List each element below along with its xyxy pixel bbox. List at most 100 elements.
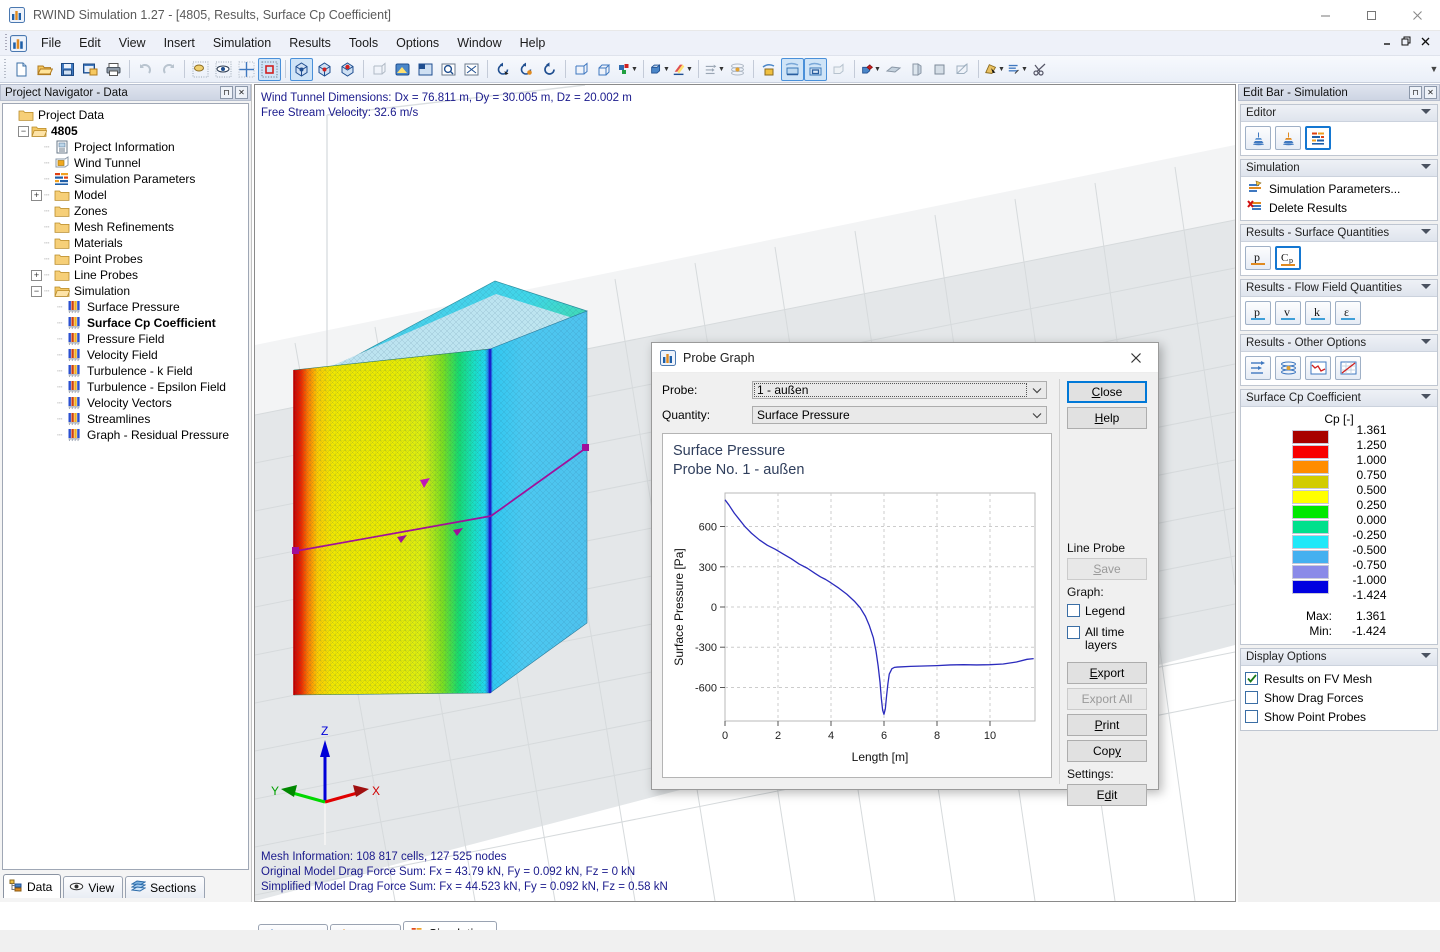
tree-expander-minus[interactable]: − — [18, 126, 29, 137]
all-time-layers-checkbox[interactable] — [1067, 626, 1080, 639]
menu-grip-icon[interactable] — [3, 34, 9, 52]
link-delete-results[interactable]: Delete Results — [1245, 198, 1433, 217]
viewpoint-dropdown-icon[interactable]: ▼ — [616, 58, 639, 81]
tree-node[interactable]: +┄Line Probes — [5, 267, 248, 283]
project-tree[interactable]: Project Data−4805┄Project Information┄Wi… — [2, 103, 249, 870]
menu-tools[interactable]: Tools — [340, 33, 387, 53]
minimize-icon[interactable] — [1302, 0, 1348, 31]
surface-cp-icon[interactable]: Cp — [1275, 246, 1301, 270]
select-dotted-sphere-icon[interactable] — [189, 58, 212, 81]
tree-node[interactable]: ┄Zones — [5, 203, 248, 219]
group-surface-quantities-header[interactable]: Results - Surface Quantities — [1241, 225, 1437, 242]
tree-node[interactable]: ┄Velocity Vectors — [5, 395, 248, 411]
surface-pressure-p-icon[interactable]: p — [1245, 246, 1271, 270]
tree-node[interactable]: −4805 — [5, 123, 248, 139]
group-simulation-header[interactable]: Simulation — [1241, 160, 1437, 177]
group-legend-header[interactable]: Surface Cp Coefficient — [1241, 390, 1437, 407]
tree-node[interactable]: ┄Graph - Residual Pressure — [5, 427, 248, 443]
render-shaded-icon[interactable] — [391, 58, 414, 81]
solid-plane-icon[interactable] — [928, 58, 951, 81]
display-option-checkbox[interactable] — [1245, 691, 1258, 704]
tree-node[interactable]: ┄Surface Pressure — [5, 299, 248, 315]
copy-button[interactable]: Copy — [1067, 740, 1147, 762]
rotate-view-front-icon[interactable] — [313, 58, 336, 81]
pin-icon[interactable]: ⊓ — [1409, 86, 1422, 99]
toolbar-overflow-icon[interactable]: ▼ — [1428, 64, 1440, 74]
pin-icon[interactable]: ⊓ — [220, 86, 233, 99]
print-button[interactable]: Print — [1067, 714, 1147, 736]
edit-button[interactable]: Edit — [1067, 784, 1147, 806]
probe-select[interactable]: 1 - außen — [752, 381, 1047, 399]
print-icon[interactable] — [102, 58, 125, 81]
tree-node[interactable]: ┄Velocity Field — [5, 347, 248, 363]
rotate-left-arrow-icon[interactable] — [492, 58, 515, 81]
probe-graph-dialog[interactable]: Probe Graph Probe: 1 - außen Quantity: — [651, 342, 1159, 790]
rotate-view-left-icon[interactable] — [290, 58, 313, 81]
rotate-view-right-icon[interactable] — [336, 58, 359, 81]
nav-tab-sections[interactable]: Sections — [125, 876, 205, 898]
menu-results[interactable]: Results — [280, 33, 340, 53]
redo-arrow-icon[interactable] — [157, 58, 180, 81]
snap-crosshair-icon[interactable] — [235, 58, 258, 81]
flow-velocity-v-icon[interactable]: v — [1275, 301, 1301, 325]
select-rectangle-icon[interactable] — [258, 58, 281, 81]
velocity-vectors-icon[interactable] — [1245, 356, 1271, 380]
select-dotted-eye-icon[interactable] — [212, 58, 235, 81]
wireframe-box-icon[interactable] — [368, 58, 391, 81]
zoom-window-icon[interactable] — [414, 58, 437, 81]
chevron-down-icon[interactable] — [1421, 394, 1431, 399]
export-button[interactable]: Export — [1067, 662, 1147, 684]
streamline-layers-icon[interactable] — [726, 58, 749, 81]
tree-node[interactable]: Project Data — [5, 107, 248, 123]
chevron-down-icon[interactable] — [1421, 229, 1431, 234]
menu-file[interactable]: File — [32, 33, 70, 53]
close-icon[interactable] — [1394, 0, 1440, 31]
menu-edit[interactable]: Edit — [70, 33, 110, 53]
menu-simulation[interactable]: Simulation — [204, 33, 280, 53]
ghost-model-icon[interactable] — [827, 58, 850, 81]
undo-arrow-icon[interactable] — [134, 58, 157, 81]
group-editor-header[interactable]: Editor — [1241, 105, 1437, 122]
residual-graph-icon[interactable] — [1305, 356, 1331, 380]
slice-plane-icon[interactable] — [882, 58, 905, 81]
display-option-row[interactable]: Results on FV Mesh — [1245, 669, 1433, 688]
chevron-down-icon[interactable] — [1028, 382, 1046, 398]
color-stripes-dropdown-icon[interactable]: ▼ — [671, 58, 694, 81]
pointer-tool-dropdown-icon[interactable]: ▼ — [983, 58, 1006, 81]
chevron-down-icon[interactable] — [1421, 339, 1431, 344]
quantity-select[interactable]: Surface Pressure — [752, 406, 1047, 424]
legend-checkbox[interactable] — [1067, 604, 1080, 617]
tree-node[interactable]: ┄Surface Cp Coefficient — [5, 315, 248, 331]
measure-tool-dropdown-icon[interactable]: ▼ — [1006, 58, 1029, 81]
chevron-down-icon[interactable] — [1028, 407, 1046, 423]
tree-node[interactable]: ┄Project Information — [5, 139, 248, 155]
surface-results-icon[interactable] — [781, 58, 804, 81]
menu-options[interactable]: Options — [387, 33, 448, 53]
close-icon[interactable]: ✕ — [235, 86, 248, 99]
tree-node[interactable]: ┄Pressure Field — [5, 331, 248, 347]
open-folder-icon[interactable] — [33, 58, 56, 81]
flow-turbulence-k-icon[interactable]: k — [1305, 301, 1331, 325]
group-display-options-header[interactable]: Display Options — [1241, 649, 1437, 666]
probe-graph-icon[interactable] — [1335, 356, 1361, 380]
mesh-yellow-icon[interactable] — [758, 58, 781, 81]
maximize-icon[interactable] — [1348, 0, 1394, 31]
menu-view[interactable]: View — [110, 33, 155, 53]
save-disk-icon[interactable] — [56, 58, 79, 81]
help-button[interactable]: Help — [1067, 407, 1147, 429]
scissors-tool-icon[interactable] — [1029, 58, 1052, 81]
nav-tab-data[interactable]: Data — [3, 874, 61, 898]
mdi-close-icon[interactable] — [1417, 33, 1434, 50]
chevron-down-icon[interactable] — [1421, 109, 1431, 114]
legend-checkbox-row[interactable]: Legend — [1067, 604, 1125, 618]
isometric-box-icon[interactable] — [570, 58, 593, 81]
close-icon[interactable]: ✕ — [1424, 86, 1437, 99]
tree-node[interactable]: ┄Turbulence - k Field — [5, 363, 248, 379]
zoom-search-icon[interactable] — [437, 58, 460, 81]
solid-box-dropdown-icon[interactable]: ▼ — [648, 58, 671, 81]
tree-node[interactable]: +┄Model — [5, 187, 248, 203]
tree-node[interactable]: ┄Point Probes — [5, 251, 248, 267]
all-time-layers-checkbox-row[interactable]: All time layers — [1067, 626, 1147, 652]
simulation-editor-icon[interactable] — [1305, 126, 1331, 150]
tree-node[interactable]: −┄Simulation — [5, 283, 248, 299]
